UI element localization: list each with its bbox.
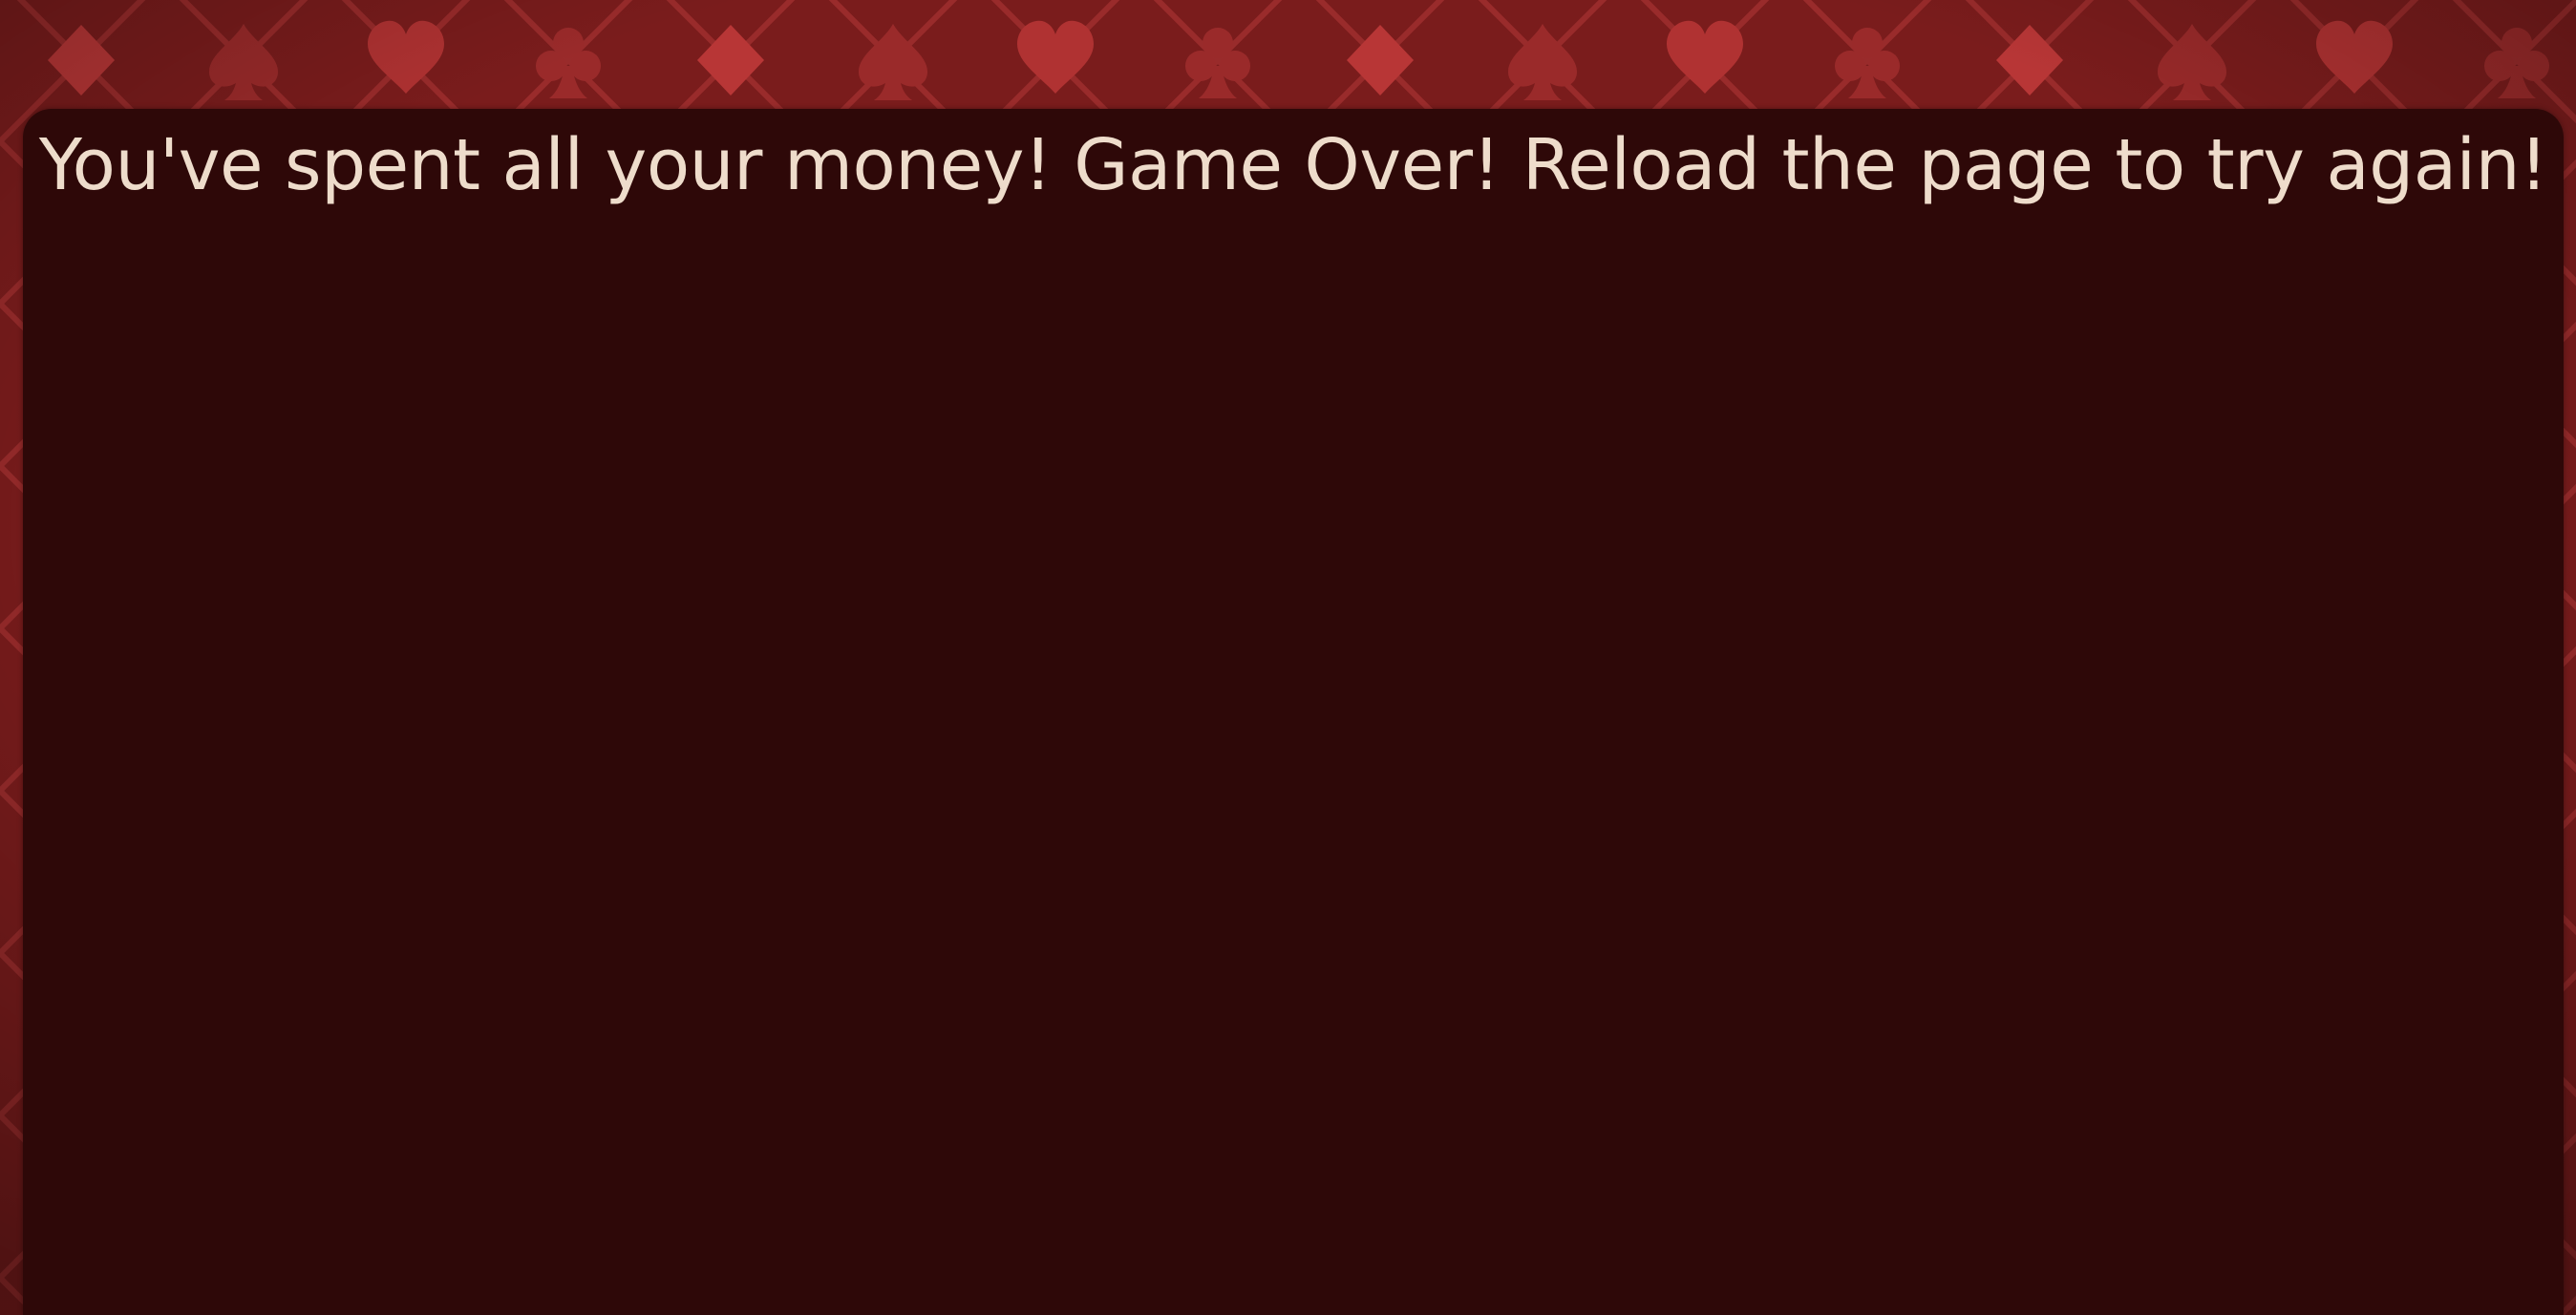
game-over-message: You've spent all your money! Game Over! … <box>38 124 2548 206</box>
game-over-panel: You've spent all your money! Game Over! … <box>23 109 2564 1315</box>
